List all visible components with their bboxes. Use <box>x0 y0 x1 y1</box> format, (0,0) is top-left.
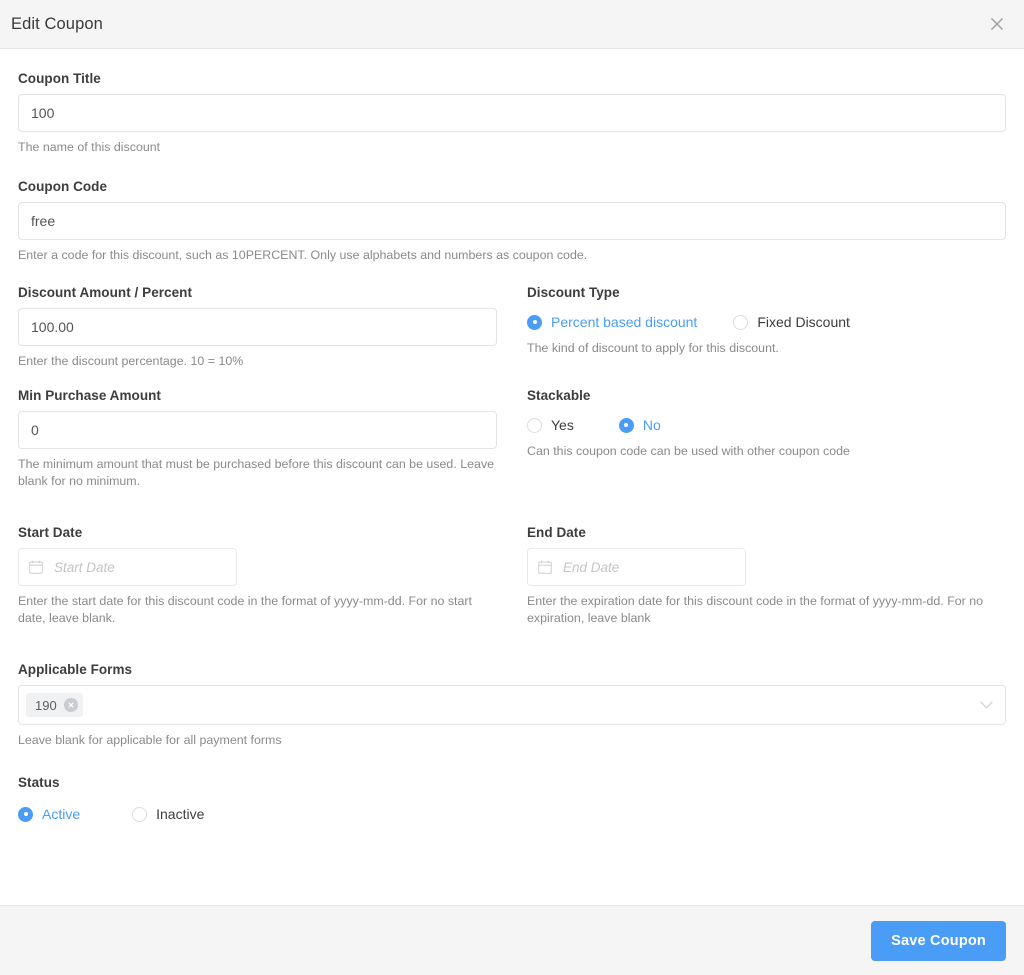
discount-type-label: Discount Type <box>527 285 620 300</box>
stackable-label: Stackable <box>527 388 591 403</box>
radio-status-inactive[interactable]: Inactive <box>132 806 204 822</box>
row-min-purchase: Min Purchase Amount The minimum amount t… <box>18 388 1006 508</box>
end-date-input[interactable] <box>527 548 746 586</box>
radio-status-active[interactable]: Active <box>18 806 80 822</box>
field-applicable-forms: Applicable Forms 190 Leave blank for app… <box>18 662 1006 749</box>
coupon-title-input[interactable] <box>18 94 1006 132</box>
applicable-forms-help: Leave blank for applicable for all payme… <box>18 733 282 747</box>
status-radio-group: Active Inactive <box>18 803 1006 825</box>
radio-stackable-no[interactable]: No <box>618 417 661 433</box>
row-discount: Discount Amount / Percent Enter the disc… <box>18 285 1006 388</box>
row-dates: Start Date Enter the start date for this… <box>18 525 1006 645</box>
start-date-input[interactable] <box>18 548 237 586</box>
applicable-forms-select[interactable]: 190 <box>18 685 1006 725</box>
chevron-down-icon <box>980 701 993 709</box>
discount-amount-input[interactable] <box>18 308 497 346</box>
page-title: Edit Coupon <box>11 14 103 33</box>
field-start-date: Start Date Enter the start date for this… <box>18 525 497 627</box>
close-icon[interactable] <box>984 11 1010 37</box>
radio-dot-icon <box>733 314 749 330</box>
radio-label: Inactive <box>156 806 205 822</box>
start-date-wrap <box>18 548 237 586</box>
edit-coupon-modal: Edit Coupon Coupon Title The name of thi… <box>0 0 1024 975</box>
coupon-title-help: The name of this discount <box>18 140 161 154</box>
field-coupon-code: Coupon Code Enter a code for this discou… <box>18 179 1006 264</box>
end-date-help: Enter the expiration date for this disco… <box>527 594 984 625</box>
field-stackable: Stackable Yes No Can this coupon code ca… <box>527 388 1006 490</box>
coupon-code-help: Enter a code for this discount, such as … <box>18 248 588 262</box>
end-date-label: End Date <box>527 525 586 540</box>
radio-dot-icon <box>618 417 634 433</box>
modal-footer: Save Coupon <box>0 905 1024 975</box>
form-tag: 190 <box>26 693 83 717</box>
min-purchase-help: The minimum amount that must be purchase… <box>18 457 495 488</box>
radio-dot-icon <box>132 806 148 822</box>
status-label: Status <box>18 775 60 790</box>
field-discount-amount: Discount Amount / Percent Enter the disc… <box>18 285 497 370</box>
start-date-label: Start Date <box>18 525 83 540</box>
min-purchase-input[interactable] <box>18 411 497 449</box>
field-coupon-title: Coupon Title The name of this discount <box>18 71 1006 156</box>
min-purchase-label: Min Purchase Amount <box>18 388 161 403</box>
field-status: Status Active Inactive <box>18 775 1006 825</box>
save-coupon-button[interactable]: Save Coupon <box>871 920 1006 961</box>
stackable-help: Can this coupon code can be used with ot… <box>527 444 850 458</box>
coupon-code-input[interactable] <box>18 202 1006 240</box>
coupon-code-label: Coupon Code <box>18 179 108 194</box>
coupon-title-label: Coupon Title <box>18 71 101 86</box>
remove-tag-icon[interactable] <box>63 698 78 712</box>
radio-dot-icon <box>527 314 542 330</box>
field-discount-type: Discount Type Percent based discount Fix… <box>527 285 1006 370</box>
discount-amount-help: Enter the discount percentage. 10 = 10% <box>18 354 244 368</box>
radio-stackable-yes[interactable]: Yes <box>527 417 574 433</box>
radio-label: Percent based discount <box>551 314 698 330</box>
discount-type-help: The kind of discount to apply for this d… <box>527 341 779 355</box>
form-tag-label: 190 <box>35 697 57 713</box>
modal-header: Edit Coupon <box>0 0 1024 49</box>
radio-percent-based-discount[interactable]: Percent based discount <box>527 314 697 330</box>
field-end-date: End Date Enter the expiration date for t… <box>527 525 1006 627</box>
modal-body: Coupon Title The name of this discount C… <box>0 49 1024 905</box>
field-min-purchase: Min Purchase Amount The minimum amount t… <box>18 388 497 490</box>
radio-label: Active <box>42 806 81 822</box>
radio-dot-icon <box>527 417 542 433</box>
discount-type-radio-group: Percent based discount Fixed Discount <box>527 311 1006 333</box>
stackable-radio-group: Yes No <box>527 414 1006 436</box>
radio-label: Fixed Discount <box>757 314 850 330</box>
discount-amount-label: Discount Amount / Percent <box>18 285 193 300</box>
radio-label: No <box>642 417 661 433</box>
start-date-help: Enter the start date for this discount c… <box>18 594 472 625</box>
radio-fixed-discount[interactable]: Fixed Discount <box>733 314 850 330</box>
radio-label: Yes <box>551 417 574 433</box>
end-date-wrap <box>527 548 746 586</box>
radio-dot-icon <box>18 806 33 822</box>
applicable-forms-label: Applicable Forms <box>18 662 133 677</box>
